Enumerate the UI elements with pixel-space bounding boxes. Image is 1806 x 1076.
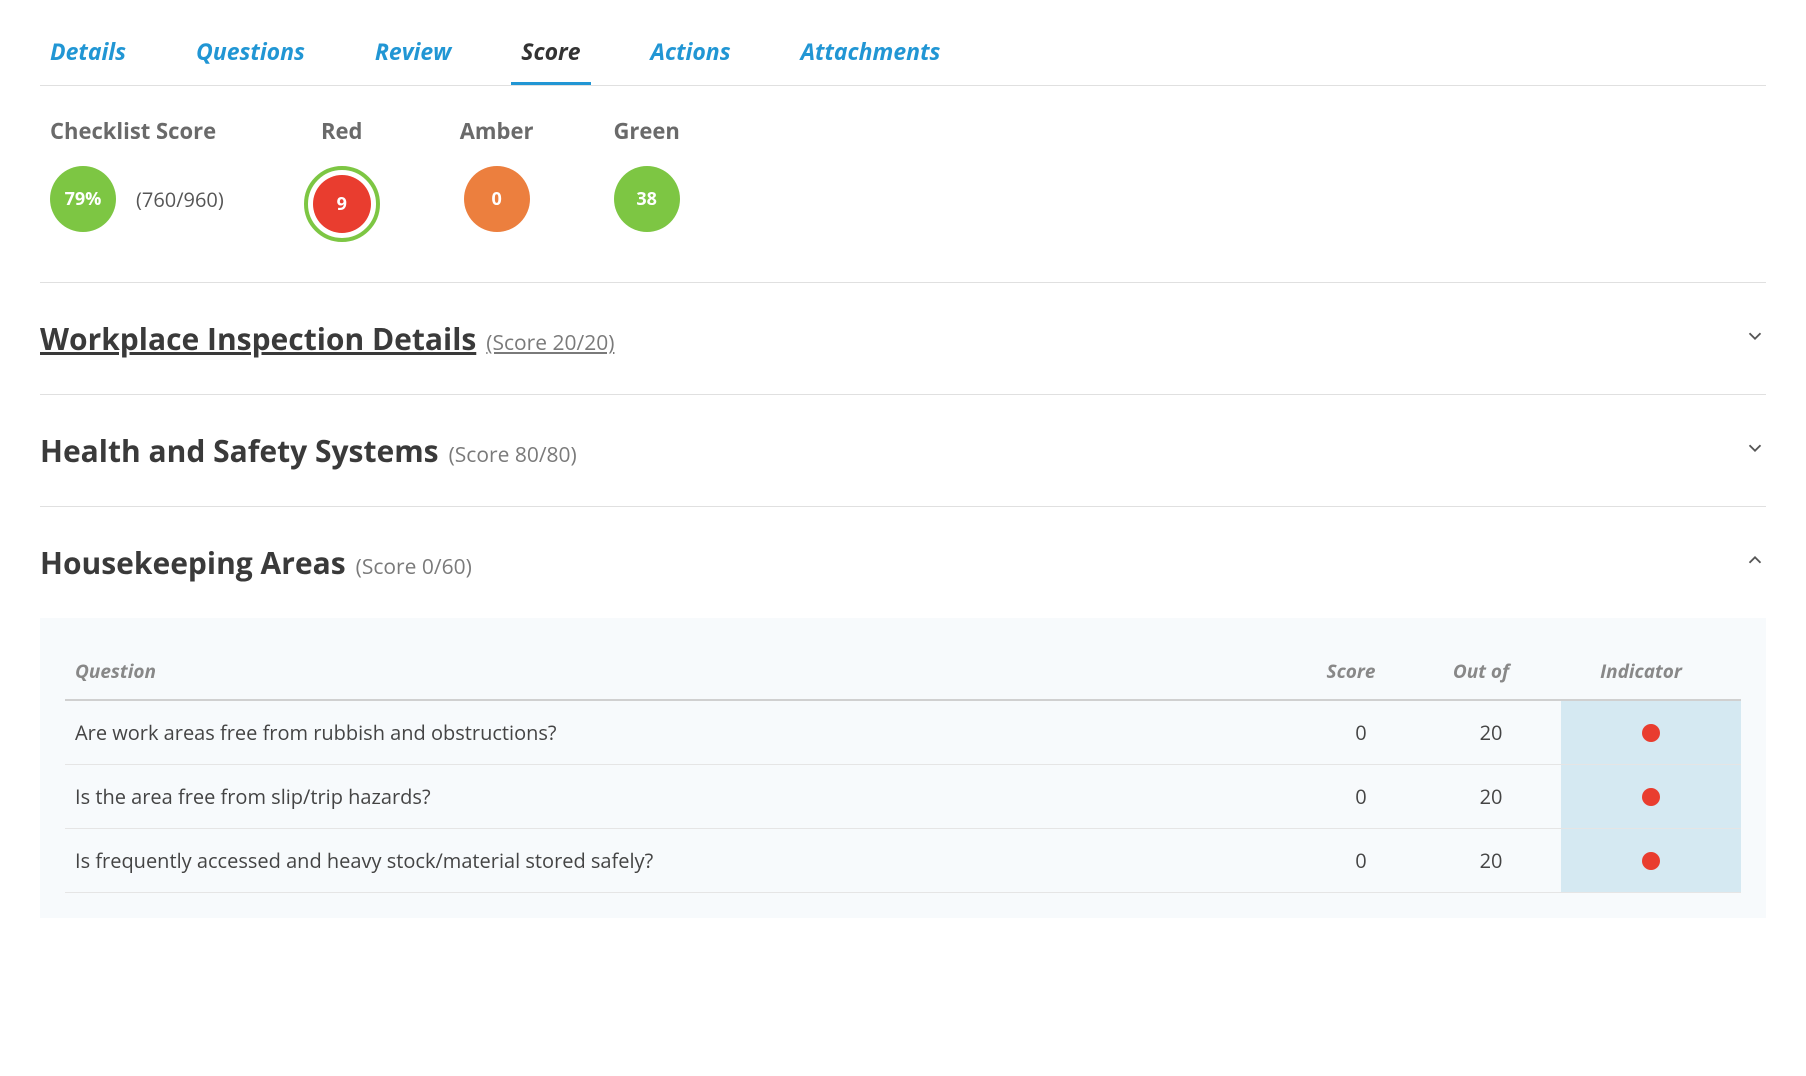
amber-column: Amber 0 xyxy=(460,116,534,242)
tab-score[interactable]: Score xyxy=(511,20,590,85)
amber-label: Amber xyxy=(460,116,534,146)
section-score: (Score 80/80) xyxy=(449,441,577,469)
indicator-dot-red xyxy=(1642,788,1660,806)
questions-table: QuestionScoreOut ofIndicatorAre work are… xyxy=(40,618,1766,918)
red-count-circle: 9 xyxy=(313,175,371,233)
cell-question: Is frequently accessed and heavy stock/m… xyxy=(65,829,1301,892)
cell-question: Is the area free from slip/trip hazards? xyxy=(65,765,1301,828)
th-indicator: Indicator xyxy=(1551,658,1731,684)
chevron-up-icon xyxy=(1744,549,1766,577)
checklist-score-label: Checklist Score xyxy=(50,116,216,146)
checklist-percent-circle: 79% xyxy=(50,166,116,232)
section-title: Health and Safety Systems xyxy=(40,430,439,471)
tab-attachments[interactable]: Attachments xyxy=(791,20,951,85)
th-score: Score xyxy=(1291,658,1411,684)
chevron-down-icon xyxy=(1744,437,1766,465)
section-title-wrap: Workplace Inspection Details (Score 20/20… xyxy=(40,318,614,359)
table-header-row: QuestionScoreOut ofIndicator xyxy=(65,643,1741,701)
cell-outof: 20 xyxy=(1421,829,1561,892)
indicator-dot-red xyxy=(1642,852,1660,870)
tab-details[interactable]: Details xyxy=(40,20,136,85)
score-summary: Checklist Score 79% (760/960) Red 9 Ambe… xyxy=(40,116,1766,242)
amber-count-circle[interactable]: 0 xyxy=(464,166,530,232)
section-score: (Score 0/60) xyxy=(356,553,472,581)
checklist-ratio: (760/960) xyxy=(136,186,224,213)
red-circle-wrapper[interactable]: 9 xyxy=(304,166,380,242)
section-header[interactable]: Workplace Inspection Details (Score 20/20… xyxy=(40,318,1766,384)
cell-indicator xyxy=(1561,829,1741,892)
table-row[interactable]: Is the area free from slip/trip hazards?… xyxy=(65,765,1741,829)
section-title-wrap: Health and Safety Systems (Score 80/80) xyxy=(40,430,577,471)
tab-actions[interactable]: Actions xyxy=(641,20,741,85)
section: Housekeeping Areas (Score 0/60) QuestionSc… xyxy=(40,506,1766,928)
table-row[interactable]: Are work areas free from rubbish and obs… xyxy=(65,701,1741,765)
th-outof: Out of xyxy=(1411,658,1551,684)
tab-review[interactable]: Review xyxy=(365,20,461,85)
green-label: Green xyxy=(613,116,679,146)
green-column: Green 38 xyxy=(613,116,679,242)
section: Health and Safety Systems (Score 80/80) xyxy=(40,394,1766,506)
checklist-score-column: Checklist Score 79% (760/960) xyxy=(50,116,224,242)
table-row[interactable]: Is frequently accessed and heavy stock/m… xyxy=(65,829,1741,893)
tab-questions[interactable]: Questions xyxy=(186,20,315,85)
cell-score: 0 xyxy=(1301,701,1421,764)
red-column: Red 9 xyxy=(304,116,380,242)
cell-indicator xyxy=(1561,765,1741,828)
cell-outof: 20 xyxy=(1421,765,1561,828)
cell-question: Are work areas free from rubbish and obs… xyxy=(65,701,1301,764)
green-count-circle[interactable]: 38 xyxy=(614,166,680,232)
section-title: Housekeeping Areas xyxy=(40,542,346,583)
section-score: (Score 20/20) xyxy=(486,329,614,357)
cell-indicator xyxy=(1561,701,1741,764)
section: Workplace Inspection Details (Score 20/20… xyxy=(40,282,1766,394)
red-label: Red xyxy=(321,116,362,146)
section-header[interactable]: Housekeeping Areas (Score 0/60) xyxy=(40,542,1766,608)
indicator-dot-red xyxy=(1642,724,1660,742)
checklist-row: 79% (760/960) xyxy=(50,166,224,232)
cell-score: 0 xyxy=(1301,829,1421,892)
chevron-down-icon xyxy=(1744,325,1766,353)
tabs-bar: Details Questions Review Score Actions Attach… xyxy=(40,20,1766,86)
th-question: Question xyxy=(75,658,1291,684)
section-title: Workplace Inspection Details xyxy=(40,318,476,359)
section-header[interactable]: Health and Safety Systems (Score 80/80) xyxy=(40,430,1766,496)
cell-score: 0 xyxy=(1301,765,1421,828)
cell-outof: 20 xyxy=(1421,701,1561,764)
section-title-wrap: Housekeeping Areas (Score 0/60) xyxy=(40,542,472,583)
